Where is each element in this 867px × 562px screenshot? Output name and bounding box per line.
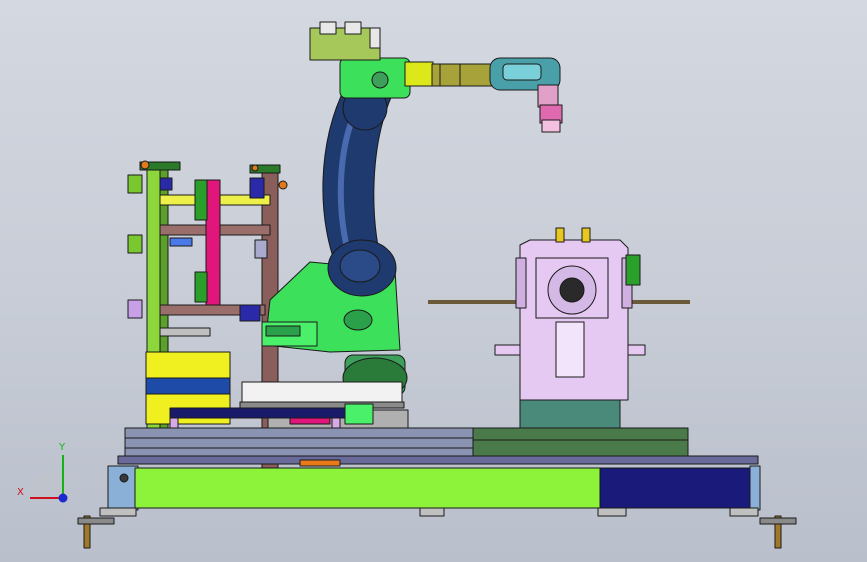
robot-workcell-drawing <box>29 21 797 549</box>
positioner <box>428 227 690 456</box>
axis-triad <box>29 455 68 503</box>
fixture-tower <box>127 160 288 471</box>
y-axis-label: Y <box>59 442 66 453</box>
forearm <box>431 63 495 87</box>
cad-viewport[interactable]: Y X <box>0 0 867 562</box>
base-frame <box>77 465 797 549</box>
z-axis-point <box>58 493 68 503</box>
linear-rails <box>117 427 759 467</box>
x-axis-label: X <box>17 487 24 498</box>
robot-arm <box>261 21 563 399</box>
